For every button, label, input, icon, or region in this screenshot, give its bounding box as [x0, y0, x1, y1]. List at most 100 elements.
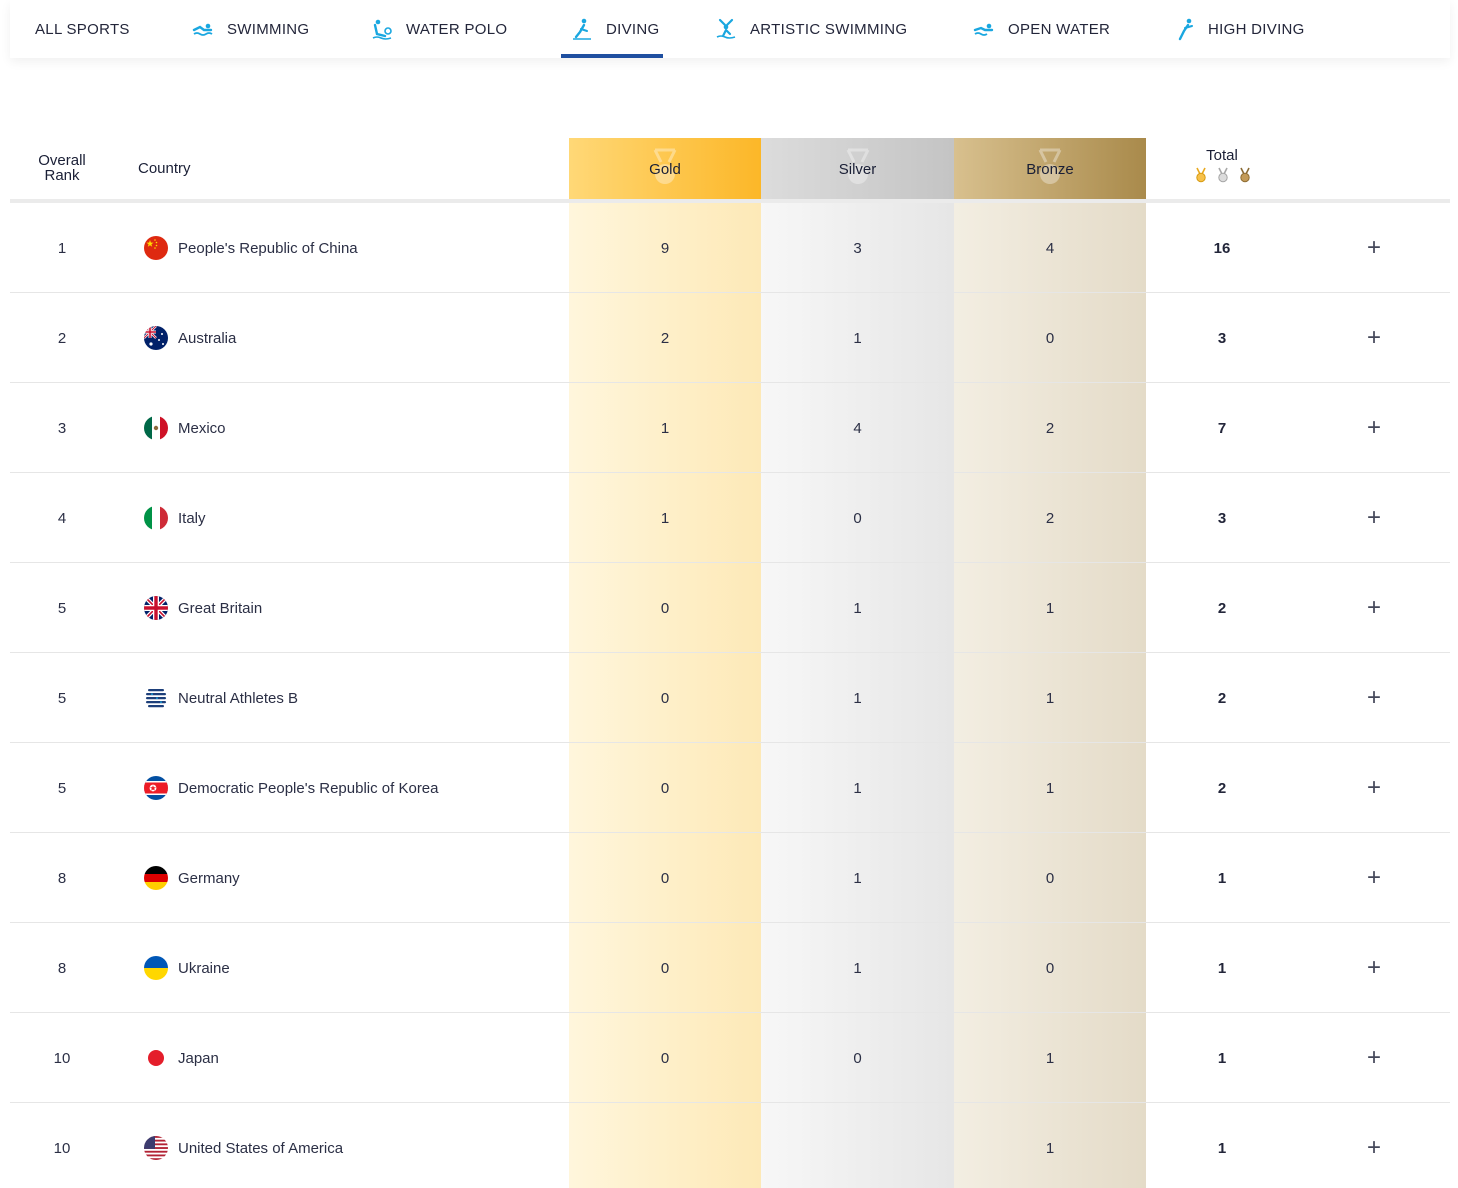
total-count: 7 — [1217, 419, 1227, 437]
country-name[interactable]: People's Republic of China — [178, 203, 558, 293]
total-count: 1 — [1217, 1049, 1227, 1067]
expand-row-button[interactable]: + — [1358, 743, 1390, 833]
header-overall-rank[interactable]: Overall Rank — [22, 153, 102, 183]
header-silver[interactable]: Silver — [761, 138, 954, 200]
silver-count: 0 — [853, 509, 862, 527]
table-row: 5 Democratic People's Republic of Korea … — [10, 743, 1450, 833]
table-row: 1 People's Republic of China 9 3 4 16 + — [10, 203, 1450, 293]
rank-cell: 1 — [57, 239, 67, 257]
total-count: 1 — [1217, 959, 1227, 977]
rank-cell: 3 — [57, 419, 67, 437]
tab-open-water[interactable]: OPEN WATER — [972, 0, 1110, 58]
tab-water-polo[interactable]: WATER POLO — [370, 0, 507, 58]
tab-all-sports[interactable]: ALL SPORTS — [35, 0, 130, 58]
silver-medal-small-icon — [1216, 167, 1230, 183]
gold-count: 0 — [660, 1049, 670, 1067]
rank-cell: 5 — [57, 779, 67, 797]
gold-count: 0 — [660, 689, 670, 707]
tab-swimming[interactable]: SWIMMING — [191, 0, 309, 58]
bronze-count: 1 — [1045, 779, 1055, 797]
header-bronze[interactable]: Bronze — [954, 138, 1146, 200]
flag-italy-icon — [143, 473, 169, 563]
expand-row-button[interactable]: + — [1358, 383, 1390, 473]
header-total[interactable]: Total — [1182, 147, 1262, 164]
table-row: 8 Germany 0 1 0 1 + — [10, 833, 1450, 923]
table-row: 5 Neutral Athletes B 0 1 1 2 + — [10, 653, 1450, 743]
bronze-medal-small-icon — [1238, 167, 1252, 183]
tab-diving[interactable]: DIVING — [560, 0, 664, 58]
bronze-count: 1 — [1045, 1139, 1055, 1157]
flag-ukraine-icon — [143, 923, 169, 1013]
swimming-icon — [191, 17, 215, 41]
header-country[interactable]: Country — [138, 160, 191, 177]
gold-count: 1 — [660, 419, 670, 437]
country-name[interactable]: Australia — [178, 293, 558, 383]
tab-artistic-swimming[interactable]: ARTISTIC SWIMMING — [714, 0, 907, 58]
header-rank-line1: Overall — [38, 152, 86, 169]
country-name[interactable]: Japan — [178, 1013, 558, 1103]
tab-label: ARTISTIC SWIMMING — [750, 20, 908, 38]
expand-row-button[interactable]: + — [1358, 1103, 1390, 1188]
tab-high-diving[interactable]: HIGH DIVING — [1172, 0, 1305, 58]
table-row: 5 Great Britain 0 1 1 2 + — [10, 563, 1450, 653]
gold-count: 2 — [660, 329, 670, 347]
expand-row-button[interactable]: + — [1358, 923, 1390, 1013]
country-name[interactable]: Neutral Athletes B — [178, 653, 558, 743]
tab-label: WATER POLO — [406, 20, 508, 38]
silver-count: 4 — [853, 419, 862, 437]
table-row: 10 United States of America 1 1 + — [10, 1103, 1450, 1188]
silver-count: 1 — [853, 779, 862, 797]
rank-cell: 4 — [57, 509, 67, 527]
country-name[interactable]: Mexico — [178, 383, 558, 473]
total-count: 2 — [1217, 599, 1227, 617]
header-gold[interactable]: Gold — [569, 138, 761, 200]
header-bronze-label: Bronze — [1026, 160, 1074, 178]
country-name[interactable]: Ukraine — [178, 923, 558, 1013]
expand-row-button[interactable]: + — [1358, 293, 1390, 383]
rank-cell: 5 — [57, 689, 67, 707]
total-count: 2 — [1217, 689, 1227, 707]
gold-count: 0 — [660, 779, 670, 797]
silver-count: 1 — [853, 689, 862, 707]
country-name[interactable]: United States of America — [178, 1103, 558, 1188]
silver-count: 3 — [853, 239, 862, 257]
tab-label: SWIMMING — [227, 20, 310, 38]
silver-count: 1 — [853, 959, 862, 977]
table-row: 10 Japan 0 0 1 1 + — [10, 1013, 1450, 1103]
gold-count: 0 — [660, 869, 670, 887]
flag-japan-icon — [143, 1013, 169, 1103]
flag-north-korea-icon — [143, 743, 169, 833]
total-medal-icons — [1194, 167, 1252, 183]
tab-label: DIVING — [606, 20, 660, 38]
artistic-swimming-icon — [714, 17, 738, 41]
expand-row-button[interactable]: + — [1358, 563, 1390, 653]
gold-count: 1 — [660, 509, 670, 527]
flag-neutral-icon — [143, 653, 169, 743]
rank-cell: 10 — [53, 1049, 71, 1067]
gold-count: 9 — [660, 239, 670, 257]
expand-row-button[interactable]: + — [1358, 653, 1390, 743]
rank-cell: 2 — [57, 329, 67, 347]
bronze-count: 2 — [1045, 419, 1055, 437]
flag-germany-icon — [143, 833, 169, 923]
total-count: 3 — [1217, 509, 1227, 527]
country-name[interactable]: Democratic People's Republic of Korea — [178, 743, 558, 833]
expand-row-button[interactable]: + — [1358, 473, 1390, 563]
total-count: 16 — [1213, 239, 1231, 257]
table-row: 3 Mexico 1 4 2 7 + — [10, 383, 1450, 473]
flag-great-britain-icon — [143, 563, 169, 653]
rank-cell: 8 — [57, 869, 67, 887]
gold-medal-small-icon — [1194, 167, 1208, 183]
rank-cell: 8 — [57, 959, 67, 977]
expand-row-button[interactable]: + — [1358, 203, 1390, 293]
bronze-count: 0 — [1045, 329, 1055, 347]
expand-row-button[interactable]: + — [1358, 833, 1390, 923]
rank-cell: 5 — [57, 599, 67, 617]
country-name[interactable]: Great Britain — [178, 563, 558, 653]
tab-label: OPEN WATER — [1008, 20, 1111, 38]
country-name[interactable]: Italy — [178, 473, 558, 563]
rank-cell: 10 — [53, 1139, 71, 1157]
open-water-icon — [972, 17, 996, 41]
country-name[interactable]: Germany — [178, 833, 558, 923]
expand-row-button[interactable]: + — [1358, 1013, 1390, 1103]
